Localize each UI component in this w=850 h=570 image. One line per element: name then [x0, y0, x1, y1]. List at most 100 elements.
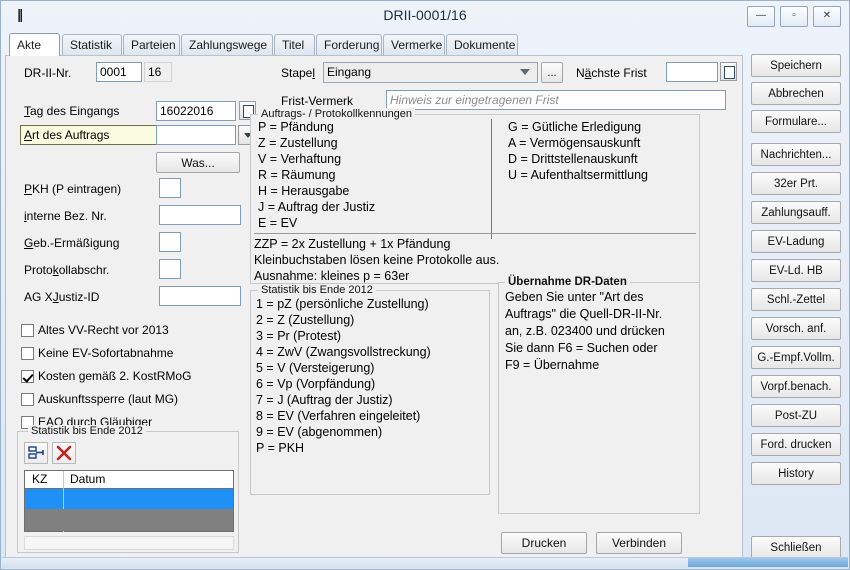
tab-akte[interactable]: Akte: [9, 33, 60, 56]
statistik-legend-item: 9 = EV (abgenommen): [256, 425, 383, 439]
column-separator-row: [63, 489, 64, 509]
checkbox-altes-vv-recht[interactable]: [21, 324, 34, 337]
tab-forderung[interactable]: Forderung: [316, 34, 382, 55]
kennungen-footer-line: ZZP = 2x Zustellung + 1x Pfändung: [254, 237, 451, 251]
history-button[interactable]: History: [751, 462, 841, 485]
ev-ladung-button[interactable]: EV-Ladung: [751, 230, 841, 253]
kennung-item: E = EV: [258, 216, 298, 230]
tab-titel[interactable]: Titel: [274, 34, 315, 55]
kennung-item: R = Räumung: [258, 168, 336, 182]
kennungen-footer-line: Ausnahme: kleines p = 63er: [254, 269, 410, 283]
application-window: ‖ DRII-0001/16 — ▫ ✕ Akte Statistik Part…: [0, 0, 850, 570]
speichern-button[interactable]: Speichern: [751, 54, 841, 77]
checkbox-keine-ev-sofortabnahme-label: Keine EV-Sofortabnahme: [38, 346, 174, 360]
statistik-legend-item: 4 = ZwV (Zwangsvollstreckung): [256, 345, 431, 359]
dr-nr-input[interactable]: 0001: [96, 62, 142, 82]
kennung-item: J = Auftrag der Justiz: [258, 200, 376, 214]
statistik-legend-item: 2 = Z (Zustellung): [256, 313, 355, 327]
ford-drucken-button[interactable]: Ford. drucken: [751, 433, 841, 456]
close-button[interactable]: ✕: [813, 6, 841, 27]
frist-date-picker-icon[interactable]: [720, 62, 737, 81]
32er-prt-button[interactable]: 32er Prt.: [751, 172, 841, 195]
art-des-auftrags-input[interactable]: [156, 125, 236, 145]
insert-row-icon[interactable]: [24, 442, 48, 464]
statistik-group-title: Statistik bis Ende 2012: [28, 425, 146, 437]
tab-parteien[interactable]: Parteien: [123, 34, 180, 55]
checkbox-auskunftssperre[interactable]: [21, 393, 34, 406]
art-des-auftrags-label: Art des Auftrags: [20, 125, 164, 145]
uebernahme-group-title: Übernahme DR-Daten: [505, 276, 630, 288]
interne-bez-input[interactable]: [159, 205, 241, 225]
pkh-input[interactable]: [159, 178, 181, 198]
stapel-more-button[interactable]: ...: [541, 62, 563, 83]
red-x-delete-icon[interactable]: [52, 442, 76, 464]
frist-vermerk-label: Frist-Vermerk: [281, 94, 353, 108]
akte-form-panel: DR-II-Nr. 0001 16 Tag des Eingangs 16022…: [5, 55, 743, 558]
uebernahme-line: F9 = Übernahme: [505, 358, 600, 372]
frist-vermerk-input[interactable]: Hinweis zur eingetragenen Frist: [386, 90, 726, 110]
statistik-footer-strip: [24, 536, 234, 550]
tab-dokumente[interactable]: Dokumente: [446, 34, 518, 55]
stapel-label: Stapel: [281, 66, 316, 80]
protokollabschr-input[interactable]: [159, 259, 181, 279]
zahlungsauff-button[interactable]: Zahlungsauff.: [751, 201, 841, 224]
table-row[interactable]: [25, 509, 233, 531]
geb-ermaessigung-input[interactable]: [159, 232, 181, 252]
stapel-select[interactable]: Eingang: [323, 62, 538, 83]
checkbox-kosten-kostrmog-label: Kosten gemäß 2. KostRMoG: [38, 369, 192, 383]
maximize-button[interactable]: ▫: [780, 6, 808, 27]
checkbox-kosten-kostrmog[interactable]: [21, 370, 34, 383]
vorsch-anf-button[interactable]: Vorsch. anf.: [751, 317, 841, 340]
tag-des-eingangs-input[interactable]: 16022016: [156, 101, 236, 121]
checkbox-keine-ev-sofortabnahme[interactable]: [21, 347, 34, 360]
title-bar: ‖ DRII-0001/16 — ▫ ✕: [1, 1, 849, 31]
minimize-button[interactable]: —: [747, 6, 775, 27]
uebernahme-line: Geben Sie unter "Art des: [505, 290, 644, 304]
drucken-button[interactable]: Drucken: [501, 532, 587, 554]
kennungen-group-title: Auftrags- / Protokollkennungen: [258, 108, 416, 120]
ev-ld-hb-button[interactable]: EV-Ld. HB: [751, 259, 841, 282]
kennung-item: V = Verhaftung: [258, 152, 342, 166]
nachrichten-button[interactable]: Nachrichten...: [751, 143, 841, 166]
kennungen-footer-line: Kleinbuchstaben lösen keine Protokolle a…: [254, 253, 500, 267]
red-x-glyph: [56, 445, 72, 461]
statistik-legend-item: 6 = Vp (Vorpfändung): [256, 377, 376, 391]
kennungen-hrule: [254, 233, 696, 234]
statistik-legend-title: Statistik bis Ende 2012: [258, 284, 376, 296]
post-zu-button[interactable]: Post-ZU: [751, 404, 841, 427]
tab-vermerke[interactable]: Vermerke: [383, 34, 445, 55]
window-title: DRII-0001/16: [383, 7, 467, 23]
tag-des-eingangs-label: Tag des Eingangs: [24, 104, 120, 118]
window-controls: — ▫ ✕: [747, 6, 841, 27]
tab-statistik[interactable]: Statistik: [62, 34, 122, 55]
abbrechen-button[interactable]: Abbrechen: [751, 82, 841, 105]
chevron-down-icon: [520, 69, 530, 75]
ag-xjustiz-label: AG XJustiz-ID: [24, 290, 100, 304]
naechste-frist-input[interactable]: [666, 62, 718, 82]
g-empf-vollm-button[interactable]: G.-Empf.Vollm.: [751, 346, 841, 369]
pkh-label: PKH (P eintragen): [24, 182, 122, 196]
kennung-item: G = Gütliche Erledigung: [508, 120, 642, 134]
vorpf-benach-button[interactable]: Vorpf.benach.: [751, 375, 841, 398]
dr-nr-year: 16: [144, 62, 172, 82]
verbinden-button[interactable]: Verbinden: [596, 532, 682, 554]
ag-xjustiz-input[interactable]: [159, 286, 241, 306]
statistik-legend-item: 5 = V (Versteigerung): [256, 361, 375, 375]
protokollabschr-label: Protokollabschr.: [24, 263, 110, 277]
insert-row-glyph: [28, 446, 44, 459]
schl-zettel-button[interactable]: Schl.-Zettel: [751, 288, 841, 311]
geb-ermaessigung-label: Geb.-Ermäßigung: [24, 236, 120, 250]
statistik-legend-item: P = PKH: [256, 441, 305, 455]
kennung-item: A = Vermögensauskunft: [508, 136, 641, 150]
naechste-frist-label: Nächste Frist: [576, 66, 647, 80]
schliessen-button[interactable]: Schließen: [751, 536, 841, 559]
kennung-item: D = Drittstellenauskunft: [508, 152, 638, 166]
kennung-item: H = Herausgabe: [258, 184, 350, 198]
statistik-legend-item: 1 = pZ (persönliche Zustellung): [256, 297, 429, 311]
status-progress-segment: [688, 558, 848, 567]
was-button[interactable]: Was...: [156, 152, 240, 173]
kennungen-divider: [491, 119, 492, 239]
table-row[interactable]: [25, 489, 233, 509]
formulare-button[interactable]: Formulare...: [751, 110, 841, 133]
tab-zahlungswege[interactable]: Zahlungswege: [181, 34, 273, 55]
